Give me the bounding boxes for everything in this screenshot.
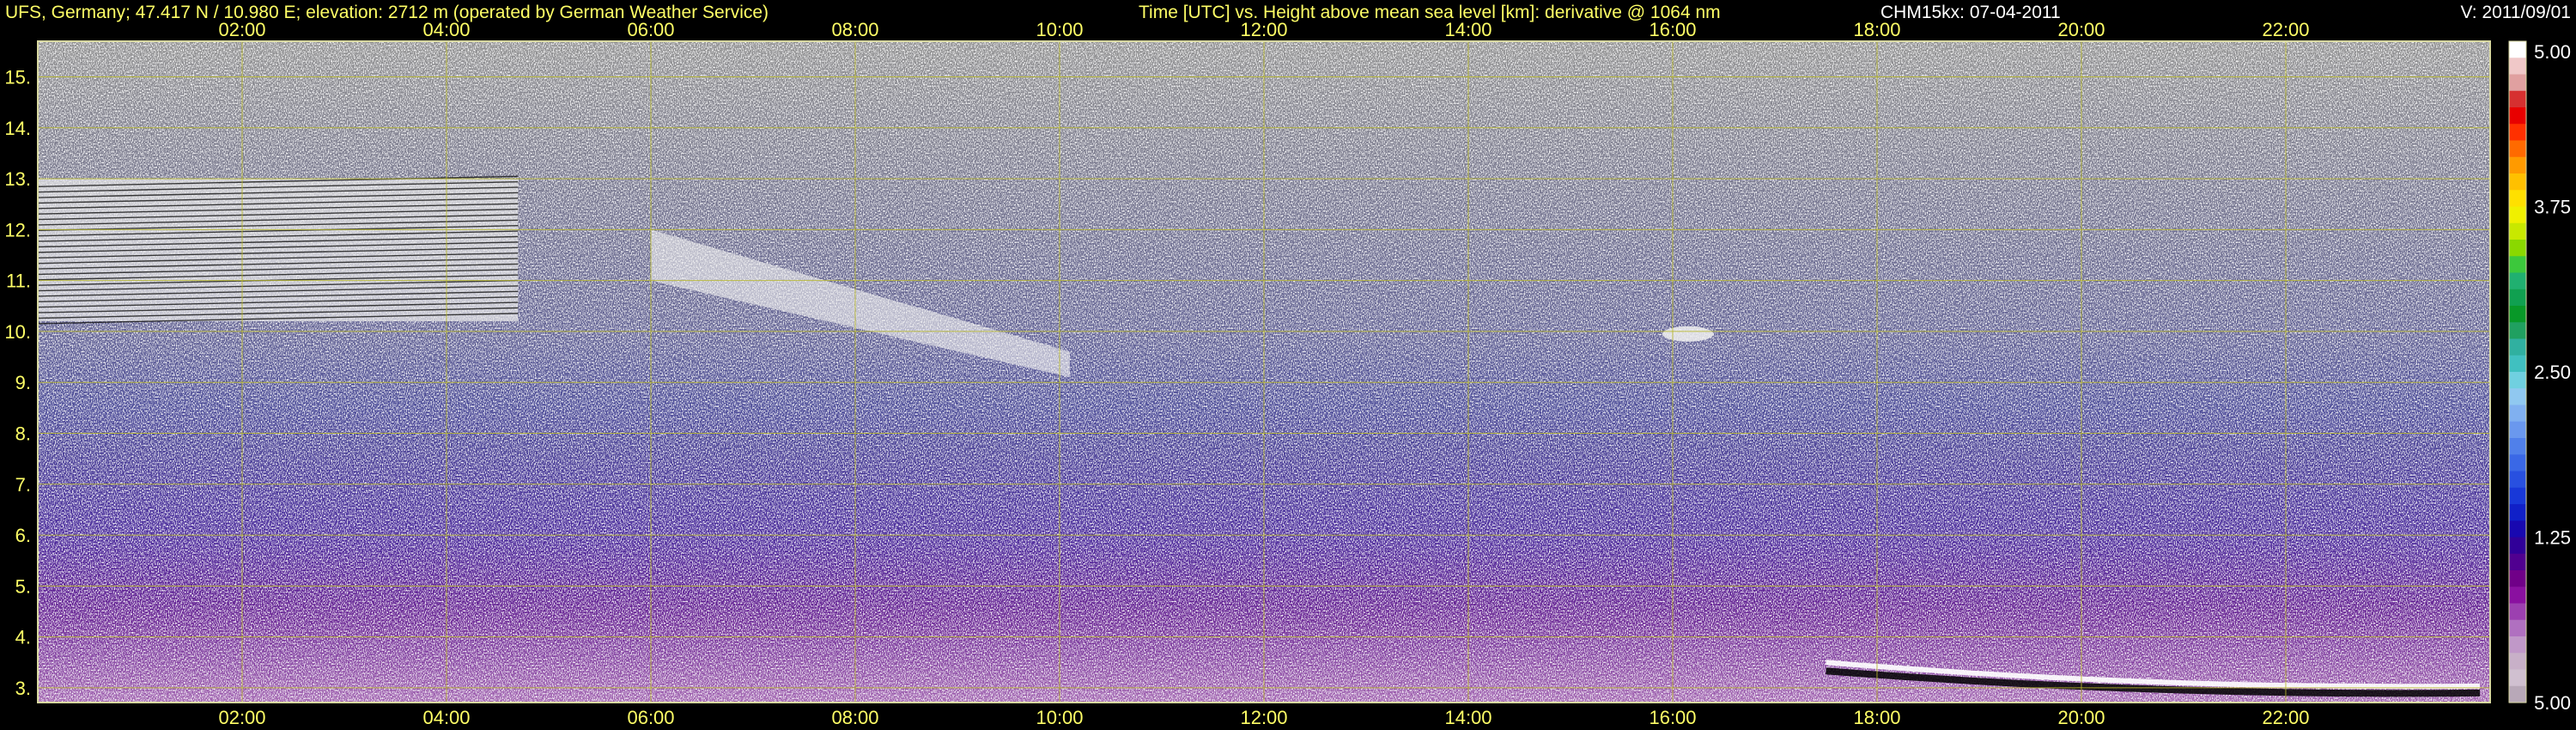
colorbar-label: 5.00: [2534, 692, 2571, 714]
x-tick-label-top: 08:00: [831, 19, 878, 40]
x-tick-label-top: 16:00: [1649, 19, 1696, 40]
colorbar-segment: [2509, 272, 2526, 290]
colorbar-segment: [2509, 603, 2526, 621]
colorbar-label: 5.00: [2534, 41, 2571, 63]
colorbar-segment: [2509, 405, 2526, 423]
colorbar-segment: [2509, 289, 2526, 307]
y-tick-label: 8.: [15, 423, 31, 444]
x-tick-label-bottom: 22:00: [2262, 707, 2309, 728]
colorbar-label: 3.75: [2534, 197, 2571, 218]
colorbar-segment: [2509, 140, 2526, 158]
y-tick-label: 10.: [4, 321, 31, 343]
x-tick-label-top: 10:00: [1036, 19, 1083, 40]
x-tick-label-top: 06:00: [627, 19, 674, 40]
colorbar-segment: [2509, 124, 2526, 142]
colorbar-label: 2.50: [2534, 362, 2571, 383]
colorbar-segment: [2509, 471, 2526, 489]
header-version: V: 2011/09/01: [2461, 3, 2571, 22]
x-tick-label-top: 12:00: [1240, 19, 1287, 40]
colorbar-segment: [2509, 587, 2526, 605]
colorbar-segment: [2509, 156, 2526, 174]
colorbar-segment: [2509, 421, 2526, 439]
colorbar-segment: [2509, 240, 2526, 257]
feature-upper-cloud-layer: [37, 175, 519, 325]
colorbar-segment: [2509, 653, 2526, 671]
ceilometer-chart: UFS, Germany; 47.417 N / 10.980 E; eleva…: [4, 3, 2571, 728]
colorbar-segment: [2509, 306, 2526, 323]
colorbar-segment: [2509, 107, 2526, 125]
colorbar-segment: [2509, 338, 2526, 356]
x-tick-label-top: 02:00: [218, 19, 265, 40]
colorbar-segment: [2509, 388, 2526, 406]
colorbar-segment: [2509, 74, 2526, 92]
y-tick-label: 11.: [6, 271, 31, 292]
colorbar-segment: [2509, 372, 2526, 389]
y-tick-label: 7.: [15, 474, 31, 496]
feature-small-cloud-patch: [1662, 325, 1714, 342]
header-device: CHM15kx: 07-04-2011: [1880, 3, 2061, 22]
x-tick-label-bottom: 10:00: [1036, 707, 1083, 728]
plot-area: [37, 40, 2491, 703]
colorbar-segment: [2509, 206, 2526, 224]
y-axis: 3. 4. 5. 6. 7. 8. 9. 10. 11. 12. 13. 14. 15.: [4, 66, 31, 698]
colorbar-segment: [2509, 90, 2526, 108]
colorbar-segment: [2509, 454, 2526, 472]
y-tick-label: 3.: [15, 678, 31, 699]
colorbar-segment: [2509, 222, 2526, 240]
y-tick-label: 14.: [4, 118, 31, 139]
colorbar-segment: [2509, 504, 2526, 521]
y-tick-label: 15.: [4, 66, 31, 88]
x-tick-label-bottom: 12:00: [1240, 707, 1287, 728]
colorbar-segment: [2509, 487, 2526, 505]
colorbar-segment: [2509, 619, 2526, 637]
x-tick-label-top: 20:00: [2057, 19, 2105, 40]
colorbar-label: 1.25: [2534, 527, 2571, 549]
colorbar-segment: [2509, 438, 2526, 455]
x-tick-label-bottom: 20:00: [2057, 707, 2105, 728]
colorbar: 5.00 3.75 2.50 1.25 5.00: [2508, 40, 2571, 714]
x-tick-label-bottom: 18:00: [1853, 707, 1900, 728]
x-tick-label-bottom: 02:00: [218, 707, 265, 728]
header-chart-title: Time [UTC] vs. Height above mean sea lev…: [1139, 3, 1721, 22]
x-tick-label-bottom: 08:00: [831, 707, 878, 728]
x-tick-label-top: 14:00: [1444, 19, 1492, 40]
x-tick-label-bottom: 04:00: [422, 707, 470, 728]
y-tick-label: 4.: [15, 627, 31, 648]
colorbar-segment: [2509, 520, 2526, 538]
y-tick-label: 12.: [4, 219, 31, 240]
colorbar-segment: [2509, 553, 2526, 571]
colorbar-segment: [2509, 636, 2526, 654]
colorbar-segment: [2509, 58, 2526, 76]
x-axis-bottom: 02:00 04:00 06:00 08:00 10:00 12:00 14:00 16:00…: [218, 707, 2309, 728]
x-tick-label-top: 04:00: [422, 19, 470, 40]
x-tick-label-top: 22:00: [2262, 19, 2309, 40]
colorbar-segment: [2509, 173, 2526, 191]
colorbar-segment: [2509, 685, 2526, 703]
colorbar-segment: [2509, 669, 2526, 687]
x-tick-label-bottom: 06:00: [627, 707, 674, 728]
colorbar-segment: [2509, 355, 2526, 373]
y-tick-label: 13.: [4, 168, 31, 190]
colorbar-segment: [2509, 322, 2526, 340]
colorbar-segment: [2509, 537, 2526, 555]
x-tick-label-bottom: 14:00: [1444, 707, 1492, 728]
feature-fill: [1662, 325, 1714, 342]
y-tick-label: 9.: [15, 372, 31, 393]
colorbar-segment: [2509, 256, 2526, 274]
colorbar-segment: [2509, 570, 2526, 587]
colorbar-segment: [2509, 190, 2526, 208]
colorbar-segment: [2509, 41, 2526, 58]
y-tick-label: 6.: [15, 525, 31, 546]
y-tick-label: 5.: [15, 575, 31, 597]
x-tick-label-top: 18:00: [1853, 19, 1900, 40]
x-tick-label-bottom: 16:00: [1649, 707, 1696, 728]
